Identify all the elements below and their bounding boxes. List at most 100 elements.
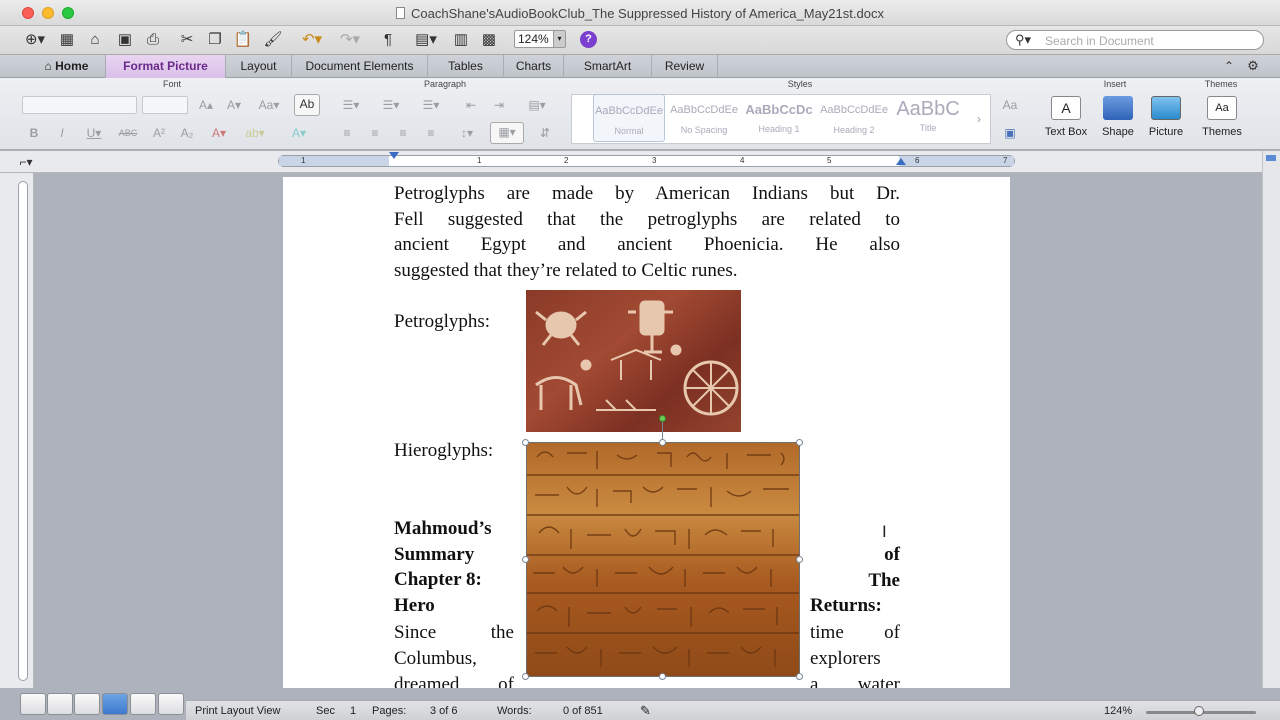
resize-handle-top[interactable] — [659, 439, 666, 446]
font-size-select[interactable] — [142, 96, 188, 114]
align-center-icon[interactable]: ≡ — [364, 124, 386, 142]
tab-document-elements[interactable]: Document Elements — [292, 55, 428, 78]
draft-view-button[interactable] — [20, 693, 46, 715]
align-left-icon[interactable]: ≡ — [336, 124, 358, 142]
hieroglyphs-image-selected[interactable] — [526, 442, 800, 677]
resize-handle-bottom[interactable] — [659, 673, 666, 680]
print-icon[interactable]: ⎙ — [142, 29, 164, 51]
tab-home[interactable]: ⌂ Home — [28, 55, 106, 78]
insert-shape-button[interactable]: Shape — [1092, 96, 1144, 138]
tab-tables[interactable]: Tables — [428, 55, 504, 78]
copy-icon[interactable]: ❐ — [204, 29, 226, 51]
multilevel-list-icon[interactable]: ☰▾ — [416, 96, 446, 114]
save-icon[interactable]: ▣ — [114, 29, 136, 51]
tab-charts[interactable]: Charts — [504, 55, 564, 78]
petroglyphs-image[interactable] — [526, 290, 741, 432]
print-layout-view-button[interactable] — [102, 693, 128, 715]
line-spacing-icon[interactable]: ↕▾ — [452, 124, 482, 142]
section-label: Sec — [316, 705, 335, 717]
show-formatting-icon[interactable]: ¶ — [378, 29, 398, 51]
style-heading-2[interactable]: AaBbCcDdEe Heading 2 — [818, 94, 890, 142]
publishing-layout-view-button[interactable] — [74, 693, 100, 715]
insert-picture-button[interactable]: Picture — [1140, 96, 1192, 138]
style-no-spacing[interactable]: AaBbCcDdEe No Spacing — [668, 94, 740, 142]
style-heading-1[interactable]: AaBbCcDc Heading 1 — [743, 94, 815, 142]
text-direction-icon[interactable]: ⇵ — [532, 124, 558, 142]
borders-icon[interactable]: ▦▾ — [490, 122, 524, 144]
gear-icon[interactable]: ⚙ — [1244, 55, 1262, 77]
resize-handle-bottom-left[interactable] — [522, 673, 529, 680]
vertical-scrollbar[interactable] — [1262, 151, 1280, 688]
sort-icon[interactable]: ▤▾ — [522, 96, 552, 114]
underline-icon[interactable]: U▾ — [80, 124, 108, 142]
tab-stop-selector-icon[interactable]: ⌐▾ — [16, 151, 36, 173]
italic-icon[interactable]: I — [52, 124, 72, 142]
decrease-indent-icon[interactable]: ⇤ — [460, 96, 482, 114]
manage-styles-icon[interactable]: Aa — [998, 96, 1022, 114]
heading-text-line: Returns: — [810, 595, 882, 617]
resize-handle-right[interactable] — [796, 556, 803, 563]
style-title[interactable]: AaBbC Title — [893, 94, 963, 142]
tab-layout[interactable]: Layout — [226, 55, 292, 78]
help-icon[interactable]: ? — [580, 31, 597, 48]
open-icon[interactable]: ⌂ — [84, 29, 106, 51]
tab-smartart[interactable]: SmartArt — [564, 55, 652, 78]
heading-text-line: Summary — [394, 543, 475, 565]
resize-handle-left[interactable] — [522, 556, 529, 563]
highlight-icon[interactable]: ab▾ — [240, 124, 270, 142]
resize-handle-top-left[interactable] — [522, 439, 529, 446]
styles-pane-icon[interactable]: ▣ — [1000, 124, 1020, 142]
style-normal[interactable]: AaBbCcDdEe Normal — [593, 94, 665, 142]
proofing-icon[interactable]: ✎ — [640, 703, 651, 719]
right-indent-marker[interactable] — [896, 158, 906, 165]
search-input[interactable]: ⚲▾ Search in Document — [1006, 30, 1264, 50]
align-right-icon[interactable]: ≡ — [392, 124, 414, 142]
focus-view-button[interactable] — [158, 693, 184, 715]
templates-icon[interactable]: ▦ — [56, 29, 78, 51]
strikethrough-icon[interactable]: ABC — [114, 124, 142, 142]
clear-formatting-icon[interactable]: Ab — [294, 94, 320, 116]
vertical-ruler[interactable] — [18, 181, 28, 681]
numbering-icon[interactable]: ☰▾ — [376, 96, 406, 114]
font-color-icon[interactable]: A▾ — [204, 124, 234, 142]
ribbon: Font Paragraph Styles Insert Themes A▴ A… — [0, 78, 1280, 150]
split-handle-icon[interactable] — [1266, 155, 1276, 161]
first-line-indent-marker[interactable] — [389, 152, 399, 159]
outline-view-button[interactable] — [47, 693, 73, 715]
zoom-slider-knob[interactable] — [1194, 706, 1204, 716]
shrink-font-icon[interactable]: A▾ — [222, 96, 246, 114]
notebook-layout-view-button[interactable] — [130, 693, 156, 715]
cut-icon[interactable]: ✂ — [176, 29, 198, 51]
themes-button[interactable]: Aa Themes — [1196, 96, 1248, 138]
toolbox-icon[interactable]: ▥ — [450, 29, 472, 51]
change-case-icon[interactable]: Aa▾ — [254, 96, 284, 114]
sidebar-icon[interactable]: ▤▾ — [410, 29, 442, 51]
bold-icon[interactable]: B — [24, 124, 44, 142]
superscript-icon[interactable]: A² — [148, 124, 170, 142]
redo-icon[interactable]: ↷▾ — [334, 29, 366, 51]
rotation-handle[interactable] — [659, 415, 666, 422]
zoom-select[interactable]: 124% ▾ — [514, 30, 566, 48]
justify-icon[interactable]: ≡ — [420, 124, 442, 142]
bullets-icon[interactable]: ☰▾ — [336, 96, 366, 114]
horizontal-ruler[interactable]: 1 1 2 3 4 5 6 7 — [278, 152, 1015, 167]
tab-review[interactable]: Review — [652, 55, 718, 78]
undo-icon[interactable]: ↶▾ — [296, 29, 328, 51]
media-browser-icon[interactable]: ▩ — [478, 29, 500, 51]
subscript-icon[interactable]: A₂ — [176, 124, 198, 142]
collapse-ribbon-icon[interactable]: ⌃ — [1220, 55, 1238, 77]
text-effects-icon[interactable]: A▾ — [284, 124, 314, 142]
new-document-icon[interactable]: ⊕▾ — [20, 29, 50, 51]
resize-handle-bottom-right[interactable] — [796, 673, 803, 680]
font-name-select[interactable] — [22, 96, 137, 114]
styles-scroll-right-icon[interactable]: › — [970, 110, 988, 128]
increase-indent-icon[interactable]: ⇥ — [488, 96, 510, 114]
insert-text-box-button[interactable]: A Text Box — [1040, 96, 1092, 138]
tab-format-picture[interactable]: Format Picture — [106, 55, 226, 78]
paste-icon[interactable]: 📋 — [232, 29, 254, 51]
resize-handle-top-right[interactable] — [796, 439, 803, 446]
grow-font-icon[interactable]: A▴ — [194, 96, 218, 114]
format-painter-icon[interactable]: 🖌 — [262, 29, 284, 51]
window-title: CoachShane'sAudioBookClub_The Suppressed… — [0, 6, 1280, 21]
group-label-styles: Styles — [787, 79, 813, 89]
